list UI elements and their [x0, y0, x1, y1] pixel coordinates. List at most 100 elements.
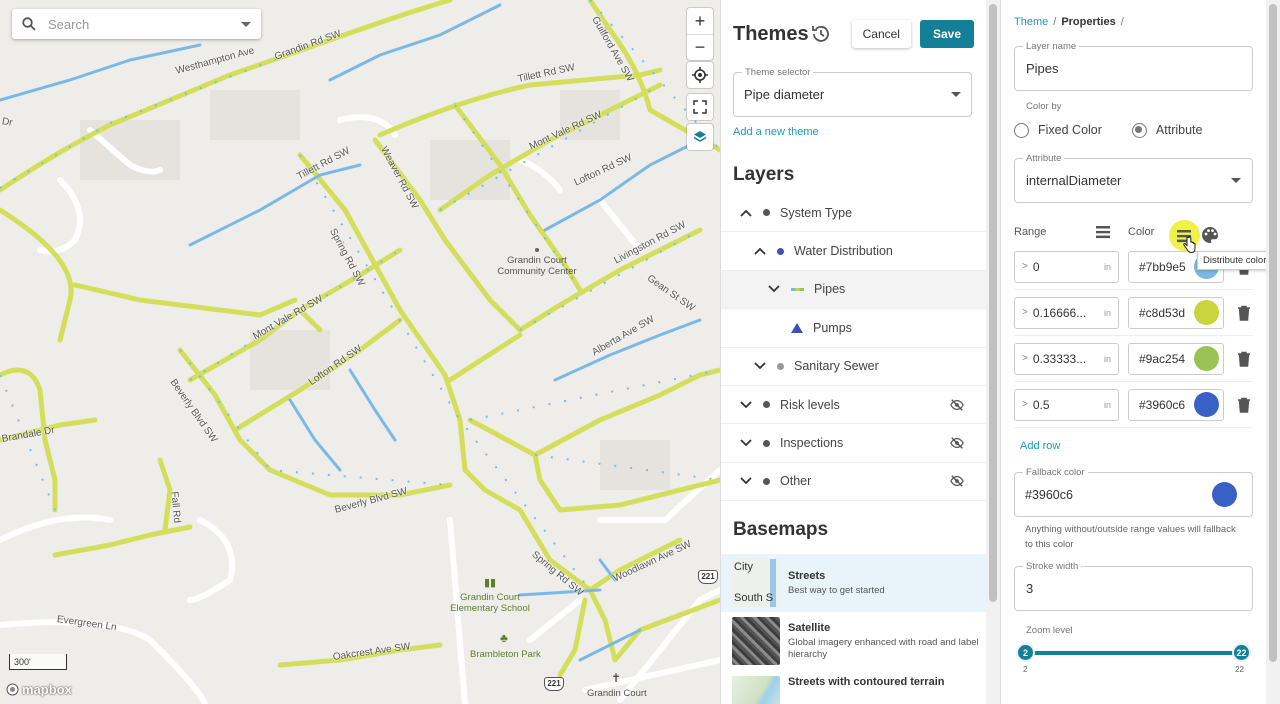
properties-scrollbar[interactable] — [1266, 0, 1280, 704]
layer-dot-icon — [763, 401, 770, 409]
eye-off-icon[interactable] — [950, 474, 964, 488]
layer-row[interactable]: Other — [721, 463, 986, 502]
layer-row[interactable]: Sanitary Sewer — [721, 348, 986, 386]
chevron-up-icon[interactable] — [753, 244, 767, 258]
range-color-swatch[interactable] — [1194, 346, 1219, 371]
route-shield: 221 — [544, 677, 564, 691]
basemap-desc: Best way to get started — [788, 584, 885, 596]
layer-row[interactable]: Risk levels — [721, 386, 986, 425]
breadcrumb-theme[interactable]: Theme — [1014, 16, 1048, 28]
basemap-list: City South S Streets Best way to get sta… — [721, 554, 986, 704]
range-color-hex: #3960c6 — [1139, 397, 1186, 412]
chevron-down-icon — [1231, 178, 1241, 183]
range-value-input[interactable]: >0.33333... in — [1014, 342, 1119, 375]
range-color-input[interactable]: #3960c6 — [1128, 388, 1224, 421]
fallback-color-swatch[interactable] — [1212, 482, 1237, 507]
range-color-input[interactable]: #9ac254 — [1128, 342, 1224, 375]
layer-row[interactable]: System Type — [721, 194, 986, 233]
zoom-in-button[interactable]: + — [687, 8, 713, 34]
range-row: >0.16666... in #c8d53d — [1014, 290, 1253, 336]
radio-attribute[interactable] — [1131, 122, 1147, 138]
layer-label: Sanitary Sewer — [794, 359, 879, 374]
stroke-width-field[interactable]: Stroke width 3 — [1014, 561, 1253, 611]
range-row: >0.33333... in #9ac254 — [1014, 336, 1253, 382]
stroke-width-label: Stroke width — [1023, 561, 1082, 572]
layer-row[interactable]: Inspections — [721, 424, 986, 463]
layer-name-field[interactable]: Layer name Pipes — [1014, 41, 1253, 91]
fullscreen-button[interactable] — [687, 94, 713, 120]
radio-fixed-color[interactable] — [1014, 122, 1029, 138]
layer-dot-icon — [763, 209, 770, 217]
trash-icon[interactable] — [1237, 351, 1251, 367]
save-button[interactable]: Save — [919, 20, 974, 48]
chevron-down-icon[interactable] — [739, 436, 753, 450]
fullscreen-icon — [687, 94, 713, 120]
basemap-desc: Global imagery enhanced with road and la… — [788, 636, 979, 660]
range-color-input[interactable]: #c8d53d — [1128, 296, 1224, 329]
chevron-down-icon[interactable] — [767, 282, 781, 296]
eye-off-icon[interactable] — [950, 398, 964, 412]
range-value-input[interactable]: >0.16666... in — [1014, 296, 1119, 329]
trash-icon[interactable] — [1237, 397, 1251, 413]
range-color-swatch[interactable] — [1194, 392, 1219, 417]
color-header: Color — [1128, 226, 1155, 238]
range-header: Range — [1014, 226, 1047, 238]
range-value-input[interactable]: >0.5 in — [1014, 388, 1119, 421]
range-unit: in — [1103, 261, 1111, 272]
history-icon[interactable] — [810, 23, 832, 45]
layer-row[interactable]: Pipes — [721, 270, 986, 310]
basemap-satellite[interactable]: Satellite Global imagery enhanced with r… — [721, 612, 986, 670]
basemap-streets[interactable]: City South S Streets Best way to get sta… — [721, 554, 986, 613]
layer-label: Inspections — [780, 436, 844, 451]
layer-row[interactable]: Water Distribution — [721, 232, 986, 271]
range-row: >0.5 in #3960c6 — [1014, 382, 1253, 428]
range-operator: > — [1022, 353, 1028, 364]
layer-dot-icon — [763, 439, 770, 447]
layer-row[interactable]: Pumps — [721, 309, 986, 348]
layers-title: Layers — [733, 164, 795, 185]
fallback-color-field[interactable]: Fallback color #3960c6 — [1014, 467, 1253, 517]
zoom-min-handle[interactable]: 2 — [1016, 643, 1035, 662]
cancel-button[interactable]: Cancel — [851, 20, 911, 48]
range-color-swatch[interactable] — [1194, 300, 1219, 325]
zoom-level-slider[interactable]: 2 22 — [1016, 642, 1251, 664]
basemap-terrain[interactable]: Streets with contoured terrain — [721, 670, 986, 704]
basemaps-title: Basemaps — [733, 519, 829, 541]
zoom-tick-max: 22 — [1235, 665, 1244, 674]
radio-attribute-label: Attribute — [1155, 123, 1203, 137]
zoom-max-handle[interactable]: 22 — [1232, 643, 1251, 662]
add-theme-link[interactable]: Add a new theme — [733, 126, 974, 138]
map-view[interactable]: Westhampton Ave Grandin Rd SW Guilford A… — [0, 0, 720, 704]
thumbnail-text: City — [734, 561, 753, 574]
zoom-out-button[interactable]: − — [687, 34, 713, 60]
add-row-button[interactable]: Add row — [1020, 440, 1247, 452]
eye-off-icon[interactable] — [950, 436, 964, 450]
map-scale: 300' — [9, 654, 67, 670]
theme-selector[interactable]: Theme selector Pipe diameter — [733, 67, 972, 117]
themes-title: Themes — [733, 22, 809, 45]
layers-button[interactable] — [687, 124, 713, 150]
attribute-select[interactable]: Attribute internalDiameter — [1014, 153, 1253, 203]
chevron-down-icon[interactable] — [739, 398, 753, 412]
chevron-down-icon[interactable] — [753, 359, 767, 373]
trash-icon[interactable] — [1237, 305, 1251, 321]
chevron-down-icon[interactable] — [241, 21, 251, 27]
range-unit: in — [1103, 399, 1111, 410]
fallback-hint: Anything without/outside range values wi… — [1025, 524, 1236, 550]
hand-cursor-icon — [1183, 236, 1196, 254]
chevron-down-icon[interactable] — [739, 474, 753, 488]
basemap-name: Satellite — [788, 621, 831, 634]
park-icon: ♣ — [500, 631, 508, 645]
range-color-hex: #7bb9e5 — [1139, 259, 1186, 274]
locate-button[interactable] — [687, 62, 713, 88]
palette-icon[interactable] — [1201, 226, 1219, 244]
theme-selector-value: Pipe diameter — [744, 87, 825, 102]
themes-scrollbar[interactable] — [986, 0, 1000, 704]
chevron-up-icon[interactable] — [739, 206, 753, 220]
distribute-range-icon[interactable] — [1094, 224, 1112, 240]
map-search-input[interactable]: Search — [12, 9, 261, 39]
layer-label: Other — [780, 474, 812, 489]
range-value-input[interactable]: >0 in — [1014, 250, 1119, 283]
layer-label: Water Distribution — [794, 244, 893, 259]
